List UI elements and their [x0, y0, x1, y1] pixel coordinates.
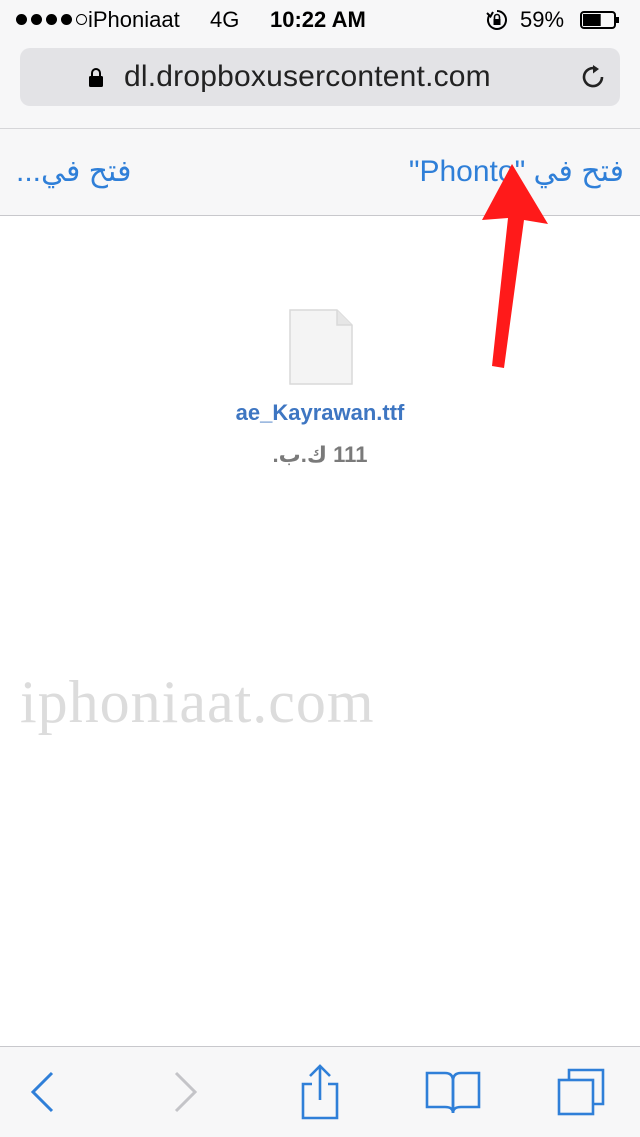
book-icon — [425, 1071, 481, 1114]
back-button[interactable] — [18, 1067, 68, 1117]
file-name: ae_Kayrawan.ttf — [235, 400, 405, 425]
browser-toolbar — [0, 1046, 640, 1137]
lock-icon — [89, 68, 103, 87]
carrier-name: iPhoniaat — [88, 7, 180, 32]
bookmarks-button[interactable] — [425, 1067, 481, 1117]
open-in-more-button[interactable]: فتح في... — [16, 129, 131, 215]
share-icon — [301, 1064, 339, 1120]
status-time: 10:22 AM — [270, 7, 366, 32]
reload-icon[interactable] — [580, 64, 606, 90]
battery-icon — [580, 11, 619, 29]
chevron-left-icon — [30, 1071, 54, 1113]
tabs-button[interactable] — [556, 1067, 606, 1117]
chevron-right-icon — [174, 1071, 198, 1113]
browser-top-bar: iPhoniaat 4G 10:22 AM 59% dl.dropboxuser… — [0, 0, 640, 129]
forward-button[interactable] — [160, 1067, 210, 1117]
status-bar: iPhoniaat 4G 10:22 AM 59% — [0, 0, 640, 40]
share-button[interactable] — [295, 1064, 345, 1120]
signal-strength-icon — [16, 14, 87, 25]
battery-percent: 59% — [520, 7, 565, 32]
document-icon[interactable] — [289, 309, 353, 385]
rotation-lock-icon — [486, 10, 507, 30]
network-type: 4G — [210, 7, 240, 32]
file-size: 111 ك.ب. — [272, 442, 368, 467]
url-text[interactable]: dl.dropboxusercontent.com — [124, 48, 491, 106]
watermark-text: iphoniaat.com — [20, 669, 375, 735]
tabs-icon — [557, 1068, 605, 1116]
address-bar[interactable]: dl.dropboxusercontent.com — [20, 48, 620, 106]
annotation-arrow-icon — [482, 164, 548, 368]
